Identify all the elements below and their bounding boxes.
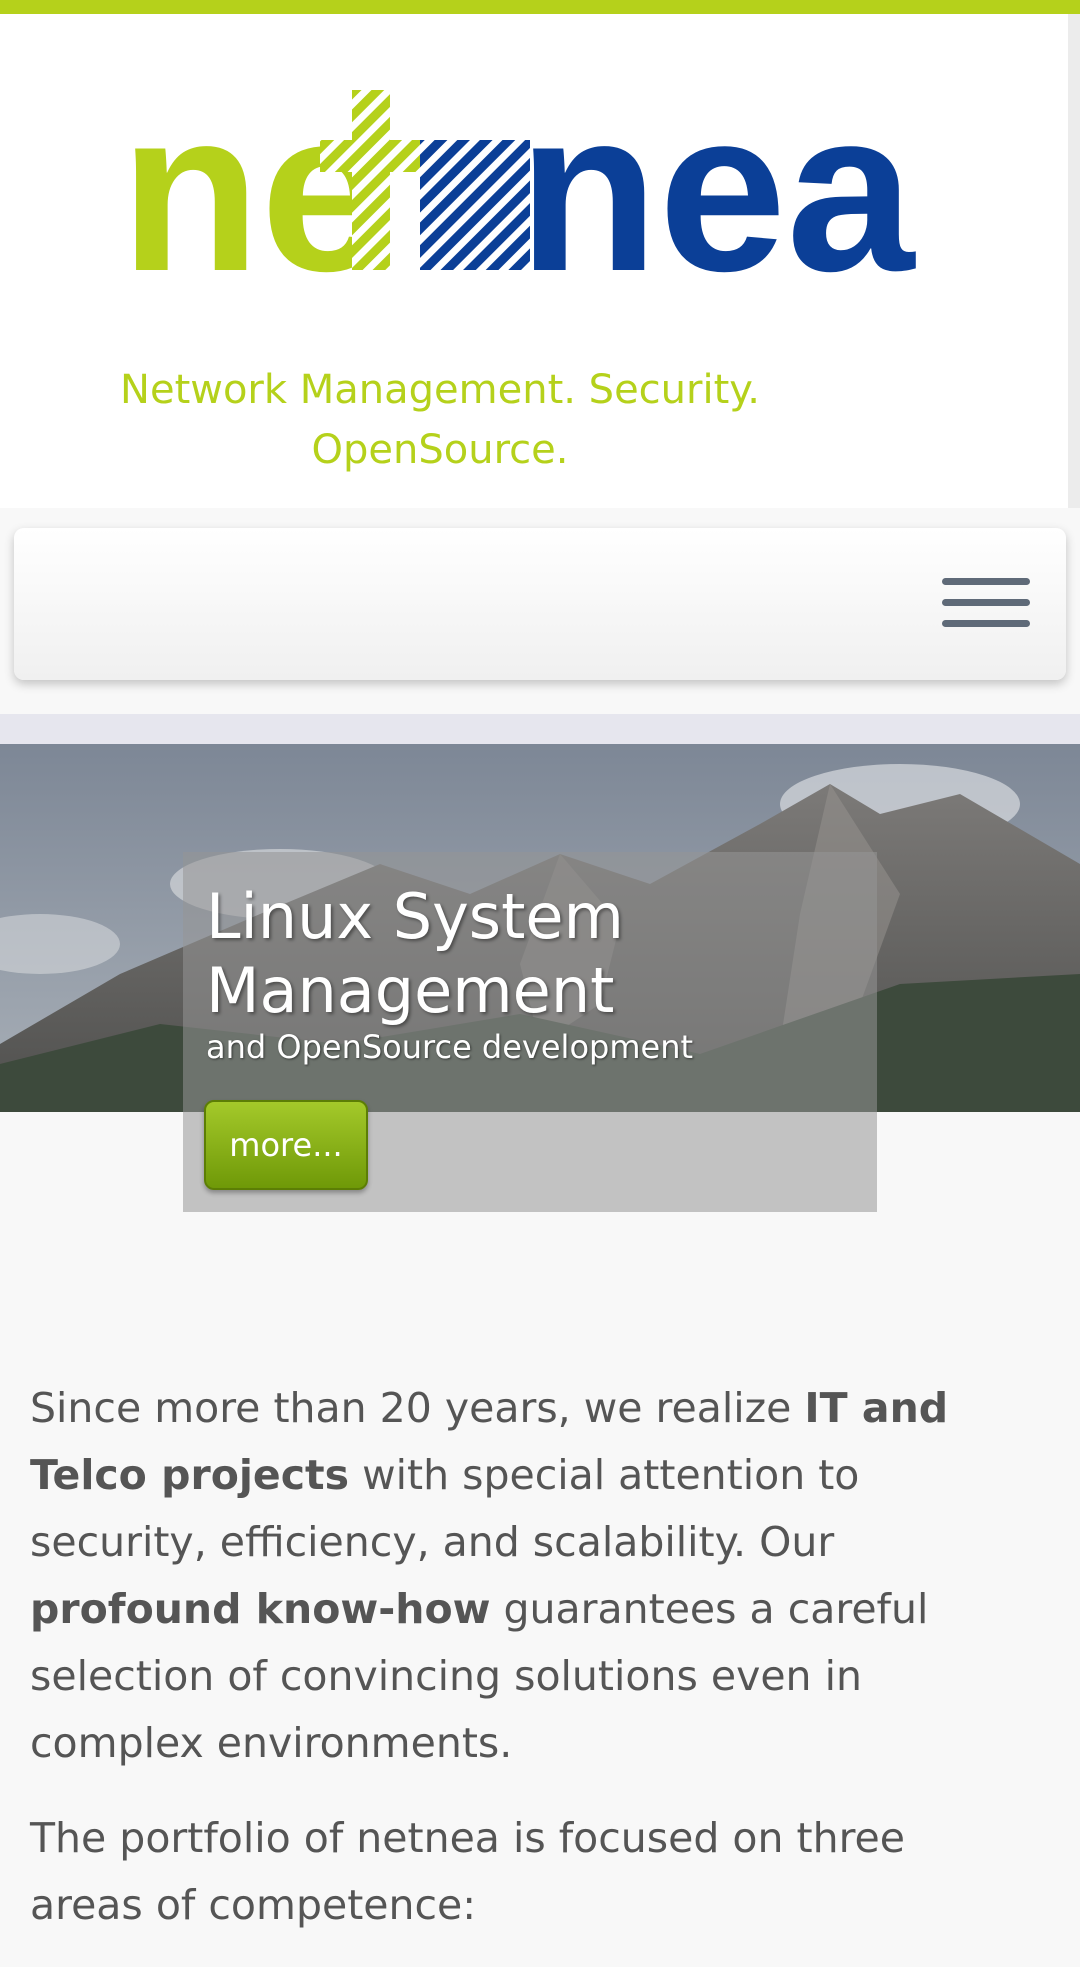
netnea-logo[interactable]: ne nea: [120, 70, 960, 290]
tagline: Network Management. Security. OpenSource…: [60, 360, 820, 480]
hero-subtitle: and OpenSource development: [206, 1028, 694, 1066]
sub-navigation-strip: [0, 714, 1080, 744]
tagline-line-1: Network Management. Security.: [120, 367, 760, 413]
hamburger-menu-icon[interactable]: [936, 568, 1036, 638]
more-button[interactable]: more...: [204, 1100, 368, 1190]
intro-content: Since more than 20 years, we realize IT …: [30, 1375, 1030, 1967]
header-scroll-edge: [1068, 14, 1080, 508]
intro-text-1: Since more than 20 years, we realize: [30, 1384, 805, 1432]
tagline-line-2: OpenSource.: [311, 427, 569, 473]
hero-title: Linux System Management: [206, 880, 846, 1028]
hero-title-line-1: Linux System: [206, 880, 624, 953]
intro-paragraph: Since more than 20 years, we realize IT …: [30, 1375, 1030, 1777]
intro-highlight-2: profound know-how: [30, 1585, 491, 1633]
navigation-bar: [14, 528, 1066, 680]
logo-text-nea: nea: [518, 70, 916, 290]
hero-title-line-2: Management: [206, 954, 615, 1027]
portfolio-paragraph: The portfolio of netnea is focused on th…: [30, 1814, 905, 1929]
top-accent-bar: [0, 0, 1080, 14]
logo-text-ne: ne: [120, 70, 388, 290]
